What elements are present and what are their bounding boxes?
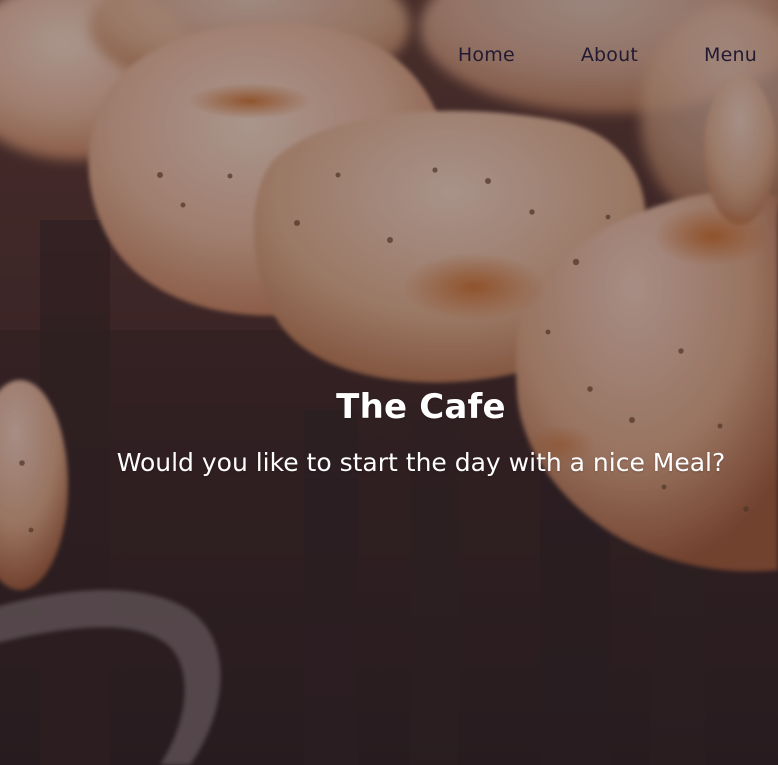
- image-darkening-overlay: [0, 0, 778, 765]
- hero-section: Home About Menu The Cafe Would you like …: [0, 0, 778, 765]
- hero-content: The Cafe Would you like to start the day…: [105, 385, 737, 480]
- nav-menu-link[interactable]: Menu: [704, 43, 757, 67]
- nav-home-link[interactable]: Home: [458, 43, 515, 67]
- hero-title: The Cafe: [336, 387, 506, 427]
- hero-subtitle: Would you like to start the day with a n…: [116, 448, 726, 477]
- nav-about-link[interactable]: About: [581, 43, 638, 67]
- top-navigation: Home About Menu: [458, 43, 757, 67]
